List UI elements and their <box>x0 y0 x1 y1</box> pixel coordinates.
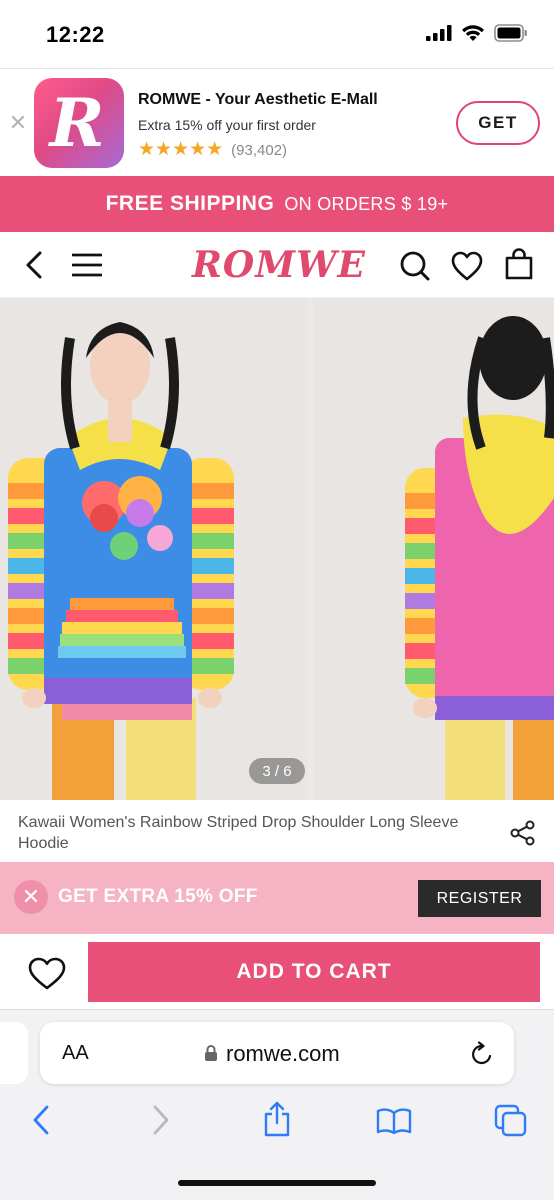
wishlist-heart-icon[interactable] <box>451 251 483 281</box>
romwe-logo[interactable]: ROMWE <box>192 244 366 286</box>
search-icon[interactable] <box>399 250 431 282</box>
wifi-icon <box>462 25 484 41</box>
status-bar: 12:22 <box>0 0 554 68</box>
bookmarks-icon[interactable] <box>376 1107 412 1135</box>
get-app-button[interactable]: GET <box>456 101 540 145</box>
product-photo-back[interactable] <box>313 298 554 800</box>
romwe-app-icon[interactable]: R <box>34 78 124 168</box>
product-photo-front[interactable] <box>0 298 308 800</box>
lock-icon <box>205 1045 217 1061</box>
battery-icon <box>494 24 527 42</box>
app-icon-letter: R <box>49 84 105 162</box>
reload-icon[interactable] <box>470 1041 494 1067</box>
promo-close-icon[interactable]: ✕ <box>14 880 48 914</box>
url-text[interactable]: romwe.com <box>226 1041 340 1067</box>
add-to-cart-button[interactable]: ADD TO CART <box>88 942 540 1002</box>
free-shipping-banner[interactable]: FREE SHIPPING ON ORDERS $ 19+ <box>0 176 554 232</box>
browser-back-icon[interactable] <box>30 1104 52 1136</box>
previous-tab-peek[interactable] <box>0 1022 28 1084</box>
promo-text: GET EXTRA 15% OFF <box>58 886 258 907</box>
banner-close-icon[interactable]: ✕ <box>8 112 28 134</box>
rating-stars-icon: ★★★★★ <box>138 139 224 160</box>
app-rating: ★★★★★ (93,402) <box>138 140 287 160</box>
shopping-bag-icon[interactable] <box>505 248 533 280</box>
product-image-gallery[interactable] <box>0 298 554 800</box>
home-indicator <box>178 1180 376 1186</box>
tabs-icon[interactable] <box>494 1104 528 1138</box>
favorite-heart-icon[interactable] <box>28 957 66 991</box>
reader-aa-button[interactable]: AA <box>62 1042 89 1065</box>
nav-bar: ROMWE <box>0 232 554 298</box>
app-subtitle: Extra 15% off your first order <box>138 117 316 133</box>
menu-icon[interactable] <box>72 252 102 278</box>
shipping-strong-text: FREE SHIPPING <box>105 192 275 215</box>
app-name: ROMWE - Your Aesthetic E-Mall <box>138 91 378 108</box>
shipping-light-text: ON ORDERS $ 19+ <box>284 193 449 214</box>
back-chevron-icon[interactable] <box>22 250 46 280</box>
cellular-signal-icon <box>426 25 452 41</box>
image-page-indicator: 3 / 6 <box>249 758 305 784</box>
rating-count: (93,402) <box>231 141 288 159</box>
app-install-banner: ✕ R ROMWE - Your Aesthetic E-Mall Extra … <box>0 68 554 176</box>
browser-forward-icon[interactable] <box>150 1104 172 1136</box>
status-icons <box>426 24 528 42</box>
share-icon[interactable] <box>510 820 536 846</box>
status-time: 12:22 <box>46 22 105 47</box>
product-title: Kawaii Women's Rainbow Striped Drop Shou… <box>18 814 459 852</box>
browser-share-icon[interactable] <box>262 1100 292 1138</box>
register-button[interactable]: REGISTER <box>418 880 541 917</box>
